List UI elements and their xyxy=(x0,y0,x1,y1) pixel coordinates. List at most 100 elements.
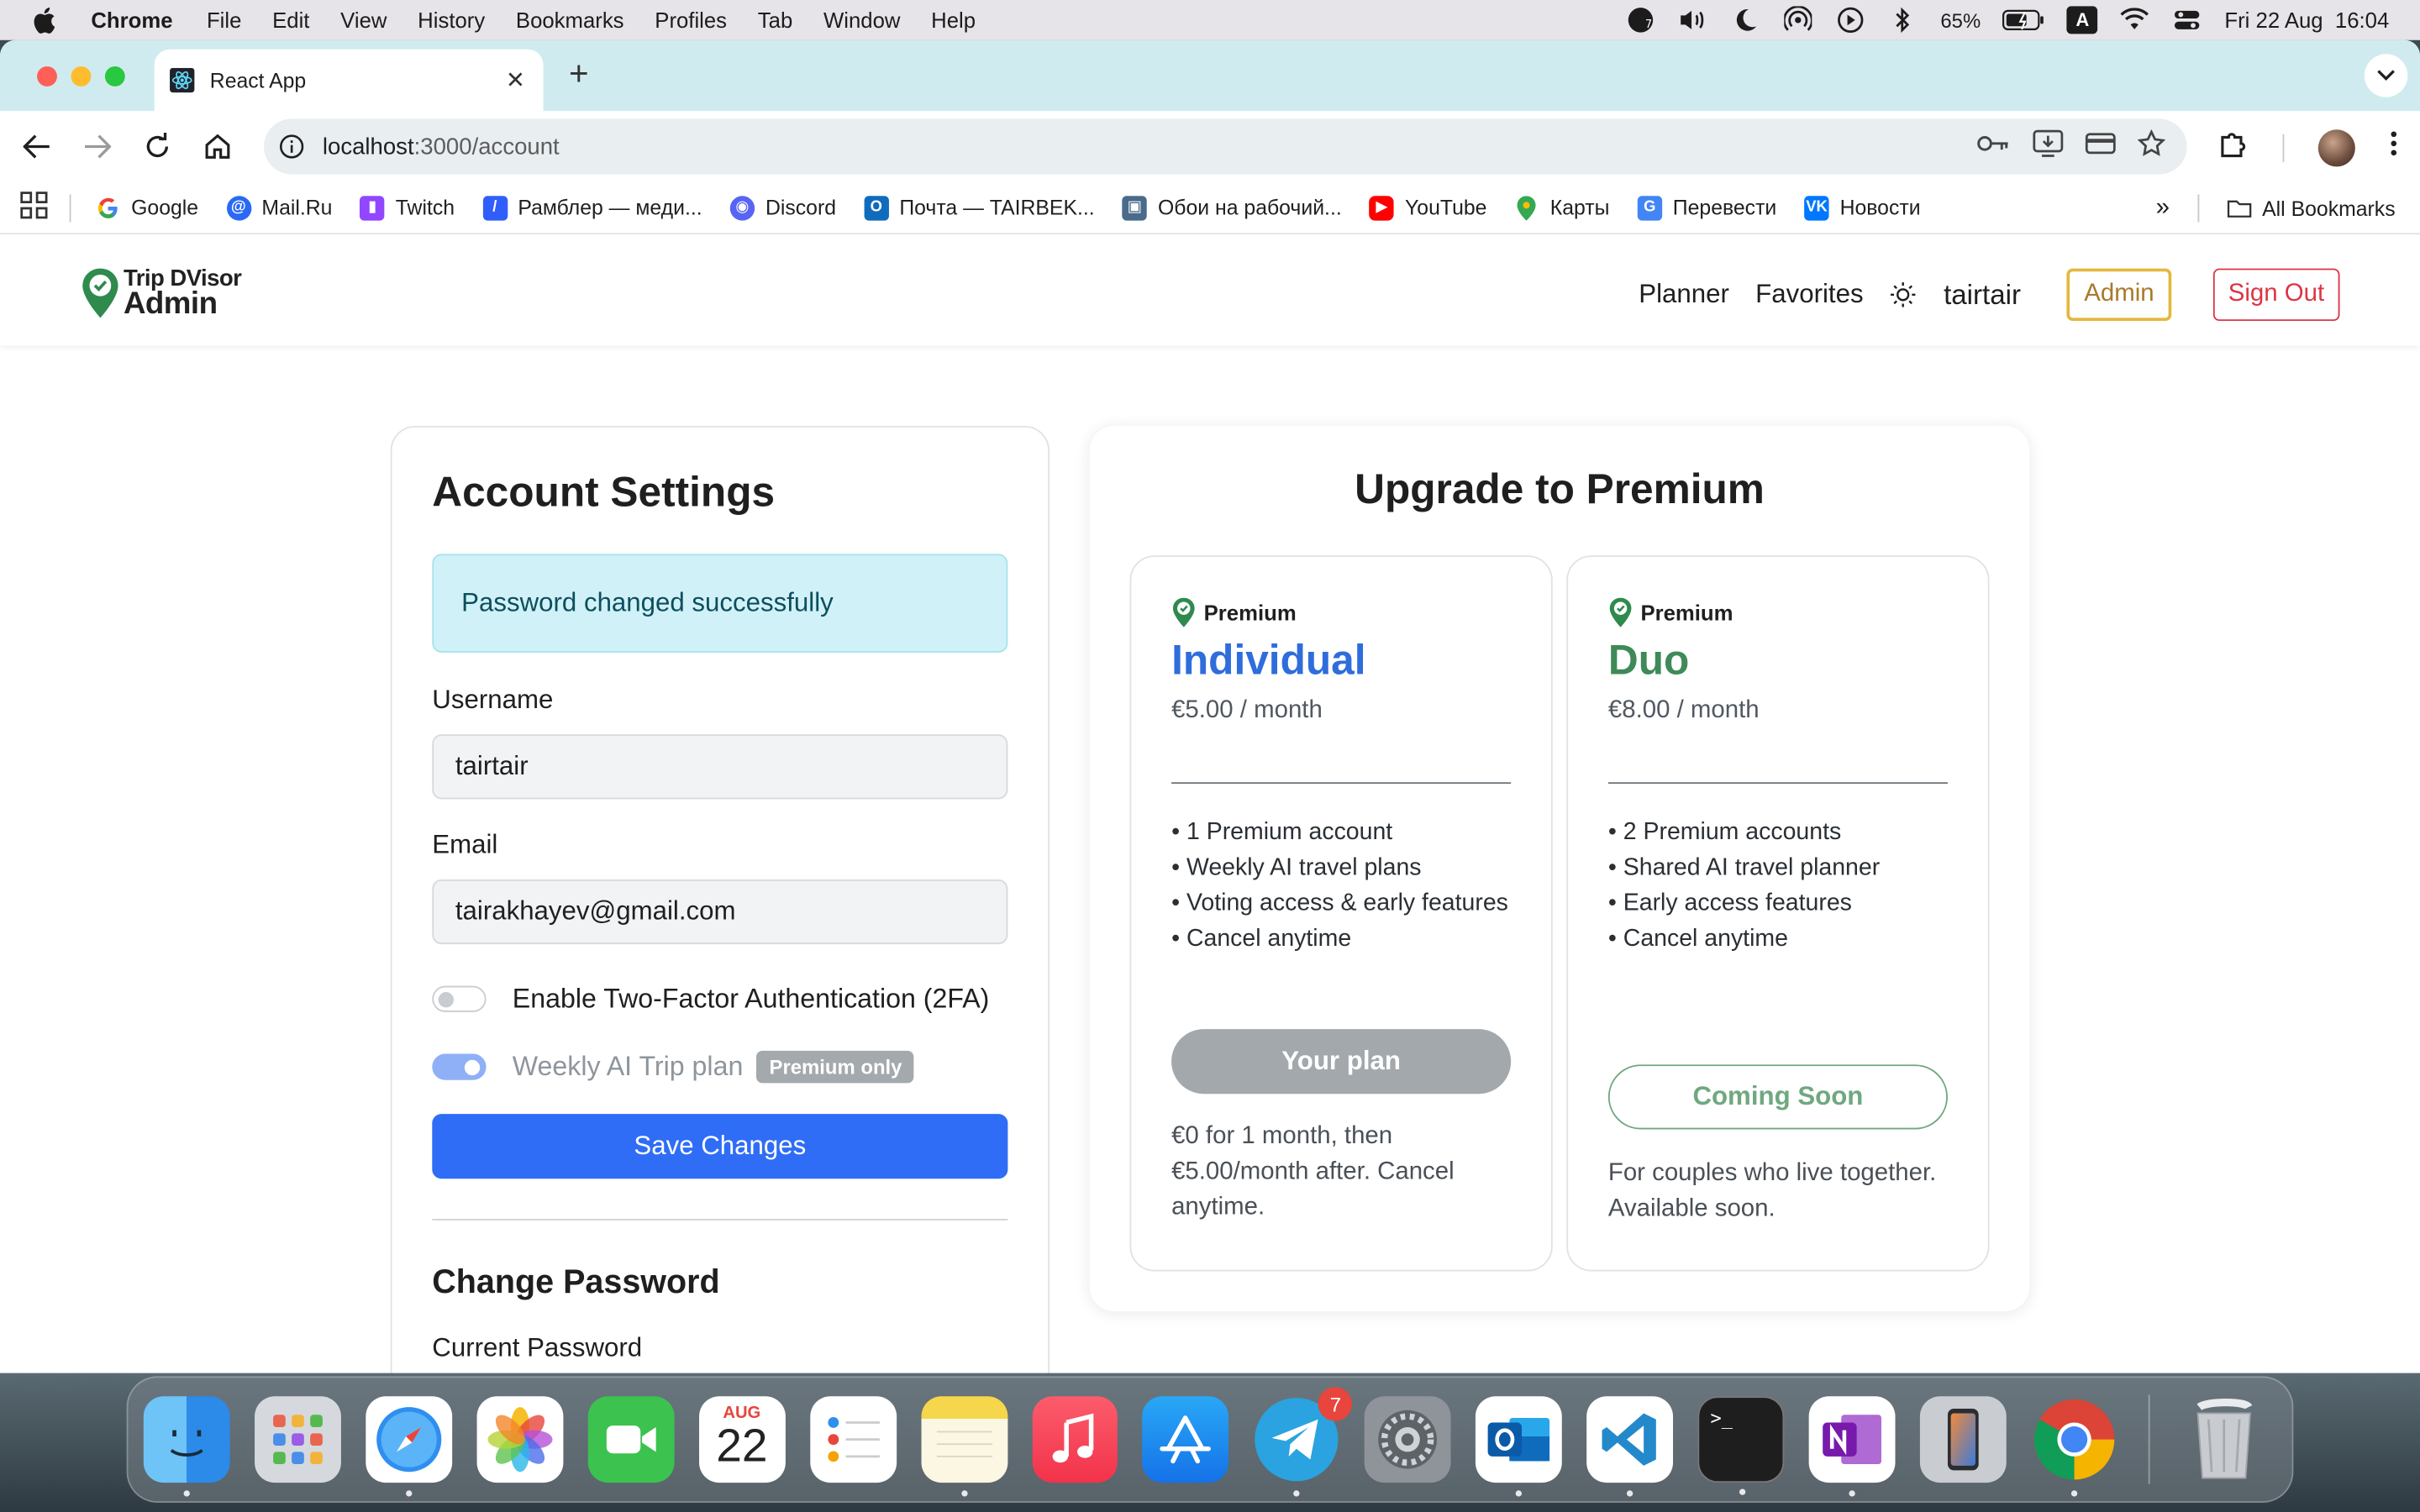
tab-search-chevron-icon[interactable] xyxy=(2364,54,2408,97)
iphone-mirroring-icon[interactable] xyxy=(1920,1396,2007,1483)
bookmark-wallpapers[interactable]: ▣ Обои на рабочий... xyxy=(1122,195,1342,220)
address-bar[interactable]: localhost:3000/account xyxy=(264,118,2187,175)
bookmark-discord-label: Discord xyxy=(765,196,837,219)
sign-out-button[interactable]: Sign Out xyxy=(2212,268,2340,322)
menu-view[interactable]: View xyxy=(340,8,387,32)
extensions-puzzle-icon[interactable] xyxy=(2217,128,2249,166)
card-icon[interactable] xyxy=(2085,130,2116,163)
now-playing-icon[interactable] xyxy=(1835,7,1866,34)
bookmark-star-icon[interactable] xyxy=(2137,128,2166,164)
input-source-badge[interactable]: A xyxy=(2067,6,2098,34)
finder-icon[interactable] xyxy=(143,1396,230,1497)
menu-app-name[interactable]: Chrome xyxy=(91,8,172,32)
bookmark-youtube[interactable]: ▶ YouTube xyxy=(1369,195,1486,220)
coming-soon-button[interactable]: Coming Soon xyxy=(1607,1064,1948,1130)
url-text[interactable]: localhost:3000/account xyxy=(323,134,1977,160)
reminders-icon[interactable] xyxy=(809,1396,897,1483)
calendar-icon[interactable]: AUG 22 xyxy=(698,1396,786,1483)
bookmark-google[interactable]: Google xyxy=(95,195,198,220)
app-store-icon[interactable] xyxy=(1142,1396,1229,1483)
control-center-icon[interactable] xyxy=(2172,8,2203,32)
theme-sun-icon[interactable] xyxy=(1890,281,1918,308)
new-tab-plus-icon[interactable]: + xyxy=(563,56,594,90)
minimize-window-button[interactable] xyxy=(71,66,92,87)
bookmark-outlook[interactable]: O Почта — TAIRBEK... xyxy=(864,195,1095,220)
apple-menu-icon[interactable] xyxy=(33,6,64,34)
bookmark-translate[interactable]: G Перевести xyxy=(1637,195,1776,220)
menu-edit[interactable]: Edit xyxy=(272,8,309,32)
photos-icon[interactable] xyxy=(476,1396,563,1483)
kebab-menu-icon[interactable] xyxy=(2389,129,2398,165)
forward-arrow-icon[interactable] xyxy=(79,128,116,165)
bookmark-maps[interactable]: Карты xyxy=(1515,195,1609,220)
nav-username[interactable]: tairtair xyxy=(1944,279,2021,312)
nav-planner-link[interactable]: Planner xyxy=(1639,279,1729,310)
chrome-icon[interactable] xyxy=(2031,1396,2118,1497)
site-info-icon[interactable] xyxy=(276,131,308,162)
safari-icon[interactable] xyxy=(366,1396,452,1497)
system-settings-icon[interactable] xyxy=(1365,1396,1452,1483)
brand-logo[interactable]: Trip DVisor Admin xyxy=(81,267,242,319)
focus-moon-icon[interactable] xyxy=(1731,8,1762,32)
facetime-icon[interactable] xyxy=(587,1396,675,1483)
home-icon[interactable] xyxy=(199,128,236,165)
menu-profiles[interactable]: Profiles xyxy=(655,8,727,32)
password-key-icon[interactable] xyxy=(1977,132,2011,161)
battery-icon[interactable] xyxy=(2002,8,2045,32)
bookmark-mailru[interactable]: @ Mail.Ru xyxy=(226,195,332,220)
bluetooth-icon[interactable] xyxy=(1888,7,1919,34)
email-field[interactable]: tairakhayev@gmail.com xyxy=(432,879,1008,945)
plan-card-duo: Premium Duo €8.00 / month • 2 Premium ac… xyxy=(1566,555,1990,1272)
telegram-icon[interactable]: 7 xyxy=(1254,1387,1353,1497)
notes-icon[interactable] xyxy=(920,1396,1007,1497)
premium-tag-label: Premium xyxy=(1640,600,1733,625)
trash-icon[interactable] xyxy=(2181,1396,2267,1483)
plan-feature: • Cancel anytime xyxy=(1607,926,1788,953)
bookmarks-divider-right xyxy=(2196,194,2199,223)
bookmark-discord[interactable]: ◉ Discord xyxy=(729,195,837,220)
music-icon[interactable] xyxy=(1031,1396,1118,1483)
twofa-toggle[interactable] xyxy=(432,984,487,1011)
twofa-row: Enable Two-Factor Authentication (2FA) xyxy=(432,975,1007,1021)
tab-react-app[interactable]: React App ✕ xyxy=(154,49,544,112)
volume-icon[interactable] xyxy=(1678,8,1709,32)
username-field[interactable]: tairtair xyxy=(432,734,1008,800)
your-plan-button[interactable]: Your plan xyxy=(1171,1029,1512,1095)
install-app-icon[interactable] xyxy=(2033,129,2064,164)
wifi-icon[interactable] xyxy=(2119,8,2150,32)
admin-button[interactable]: Admin xyxy=(2067,268,2171,322)
twofa-label: Enable Two-Factor Authentication (2FA) xyxy=(512,982,990,1013)
onenote-icon[interactable] xyxy=(1808,1396,1896,1497)
plan-card-individual: Premium Individual €5.00 / month • 1 Pre… xyxy=(1129,555,1553,1272)
bookmark-twitch[interactable]: ▮ Twitch xyxy=(360,195,455,220)
weekly-plan-toggle[interactable] xyxy=(432,1053,487,1079)
bookmark-rambler[interactable]: / Рамблер — меди... xyxy=(482,195,702,220)
more-bookmarks-chevron-icon[interactable]: » xyxy=(2156,194,2170,222)
vscode-icon[interactable] xyxy=(1586,1396,1674,1497)
tab-close-icon[interactable]: ✕ xyxy=(503,66,528,94)
zoom-window-button[interactable] xyxy=(104,66,125,87)
terminal-icon[interactable]: >_ xyxy=(1697,1396,1785,1495)
menu-bar-clock[interactable]: Fri 22 Aug 16:04 xyxy=(2224,8,2389,32)
bookmark-vk-news[interactable]: VK Новости xyxy=(1804,195,1921,220)
profile-avatar[interactable] xyxy=(2317,129,2355,166)
notification-center-icon[interactable]: 7 xyxy=(1626,8,1657,33)
premium-tag: Premium xyxy=(1608,597,1948,628)
save-changes-button[interactable]: Save Changes xyxy=(432,1114,1008,1179)
reload-icon[interactable] xyxy=(139,128,176,165)
apps-grid-icon[interactable] xyxy=(20,192,48,224)
launchpad-icon[interactable] xyxy=(254,1396,341,1483)
outlook-icon[interactable] xyxy=(1476,1396,1563,1497)
airdrop-icon[interactable] xyxy=(1783,6,1814,32)
close-window-button[interactable] xyxy=(37,66,57,87)
menu-file[interactable]: File xyxy=(207,8,241,32)
menu-bookmarks[interactable]: Bookmarks xyxy=(516,8,624,32)
menu-help[interactable]: Help xyxy=(931,8,976,32)
running-indicator xyxy=(183,1490,190,1497)
menu-history[interactable]: History xyxy=(418,8,485,32)
menu-tab[interactable]: Tab xyxy=(758,8,792,32)
menu-window[interactable]: Window xyxy=(823,8,900,32)
back-arrow-icon[interactable] xyxy=(18,128,55,165)
all-bookmarks-button[interactable]: All Bookmarks xyxy=(2227,196,2396,220)
nav-favorites-link[interactable]: Favorites xyxy=(1755,279,1863,310)
